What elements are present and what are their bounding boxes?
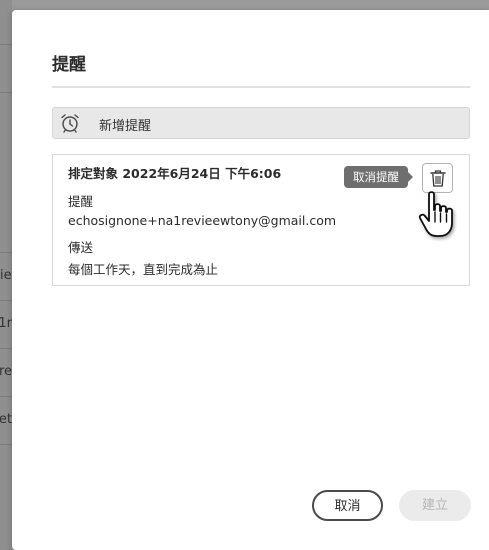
cancel-button[interactable]: 取消 <box>312 490 383 521</box>
add-reminder-label: 新增提醒 <box>99 119 152 134</box>
alarm-clock-icon <box>61 114 79 133</box>
bg-divider <box>0 44 12 45</box>
bg-text-fragment: ie <box>0 268 12 283</box>
frequency-value: 每個工作天，直到完成為止 <box>68 262 219 277</box>
bg-divider <box>0 444 12 445</box>
create-button[interactable]: 建立 <box>399 490 471 521</box>
bg-divider <box>0 252 12 253</box>
bg-text-fragment: 1r <box>0 316 12 331</box>
recipient-email: echosignone+na1revieewtony@gmail.com <box>68 213 337 228</box>
reminder-card: 排定對象 2022年6月24日 下午6:06 提醒 echosignone+na… <box>52 154 470 286</box>
delete-tooltip: 取消提醒 <box>344 166 413 188</box>
dialog-title: 提醒 <box>52 55 86 75</box>
background-app: ie 1r re iet <box>0 0 12 550</box>
bg-divider <box>0 300 12 301</box>
bg-divider <box>0 396 12 397</box>
delete-reminder-button[interactable] <box>422 163 453 193</box>
bg-divider <box>0 92 12 93</box>
reminder-schedule: 排定對象 2022年6月24日 下午6:06 <box>68 166 282 181</box>
bg-divider <box>0 348 12 349</box>
recipient-label: 提醒 <box>68 194 94 209</box>
title-divider <box>52 86 470 88</box>
add-reminder-button[interactable]: 新增提醒 <box>52 107 470 139</box>
bg-text-fragment: re <box>0 364 12 379</box>
bg-text-fragment: iet <box>0 412 12 427</box>
reminder-dialog: 提醒 新增提醒 排定對象 2022年6月24日 下午6:06 提醒 echosi… <box>12 10 489 550</box>
hand-pointer-icon <box>418 191 453 237</box>
trash-icon <box>430 170 446 187</box>
frequency-label: 傳送 <box>68 240 94 255</box>
